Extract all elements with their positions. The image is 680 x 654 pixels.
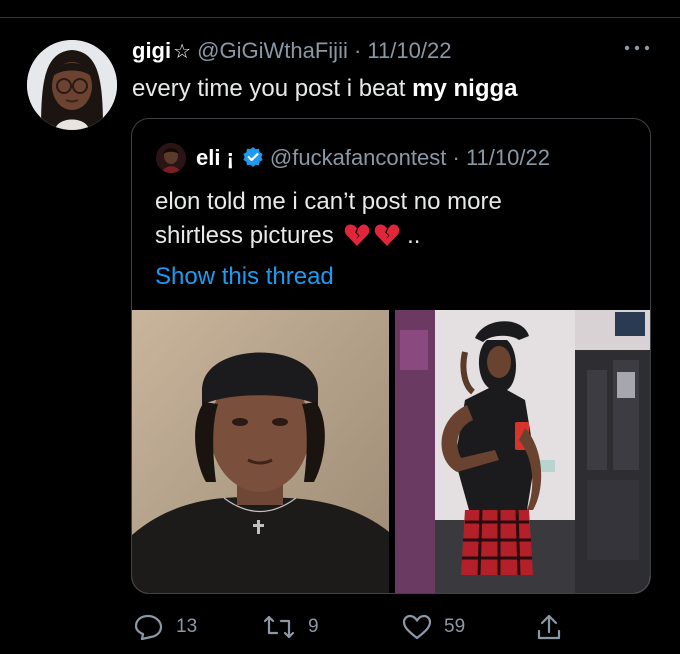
author-avatar[interactable] bbox=[27, 40, 117, 130]
share-icon bbox=[537, 614, 561, 640]
retweet-icon bbox=[263, 615, 295, 639]
tweet-header: gigi ☆ @GiGiWthaFijii · 11/10/22 bbox=[132, 38, 451, 64]
quoted-name-symbol: ¡ bbox=[226, 145, 234, 170]
quoted-text-line2-row: shirtless pictures .. bbox=[155, 219, 625, 257]
tweet-actions-bar: 13 9 59 bbox=[0, 612, 680, 642]
quoted-author-name[interactable]: eli bbox=[196, 145, 220, 170]
quoted-author-avatar[interactable] bbox=[156, 143, 186, 173]
reply-action[interactable]: 13 bbox=[134, 612, 197, 642]
like-count: 59 bbox=[444, 616, 466, 637]
like-action[interactable]: 59 bbox=[402, 612, 465, 642]
tweet-text-bold: my nigga bbox=[412, 75, 518, 102]
reply-count: 13 bbox=[176, 616, 198, 637]
author-name[interactable]: gigi bbox=[132, 38, 171, 63]
quoted-author-handle[interactable]: @fuckafancontest bbox=[270, 145, 446, 170]
quoted-text-line1: elon told me i can’t post no more bbox=[155, 188, 502, 215]
share-action[interactable] bbox=[536, 612, 574, 642]
quoted-media-photo-1[interactable] bbox=[132, 310, 389, 593]
author-handle[interactable]: @GiGiWthaFijii bbox=[197, 38, 348, 63]
reply-icon bbox=[134, 614, 163, 640]
tweet-text: every time you post i beat my nigga bbox=[132, 75, 518, 103]
quoted-tweet-card[interactable]: eli ¡ @fuckafancontest · 11/10/22 elon to… bbox=[131, 118, 651, 594]
top-divider bbox=[0, 17, 680, 18]
quoted-tweet-text: elon told me i can’t post no more shirtl… bbox=[155, 185, 625, 257]
quoted-date-separator: · bbox=[452, 145, 460, 170]
quoted-tweet-header: eli ¡ @fuckafancontest · 11/10/22 bbox=[196, 145, 550, 174]
heart-icon bbox=[402, 614, 432, 640]
quoted-text-trailing: .. bbox=[407, 222, 421, 249]
quoted-media-photo-2[interactable] bbox=[395, 310, 650, 593]
verified-badge-icon bbox=[242, 146, 264, 174]
tweet-date[interactable]: 11/10/22 bbox=[367, 38, 451, 63]
tweet-text-plain: every time you post i beat bbox=[132, 75, 413, 102]
retweet-action[interactable]: 9 bbox=[262, 612, 319, 642]
show-thread-link[interactable]: Show this thread bbox=[155, 263, 334, 291]
quoted-tweet-date[interactable]: 11/10/22 bbox=[466, 145, 550, 170]
retweet-count: 9 bbox=[308, 616, 319, 637]
quoted-text-line2: shirtless pictures bbox=[155, 222, 334, 249]
date-separator: · bbox=[353, 38, 362, 63]
name-symbol: ☆ bbox=[173, 41, 192, 63]
broken-heart-icon bbox=[344, 223, 370, 257]
broken-heart-icon bbox=[374, 223, 400, 257]
more-options-icon[interactable] bbox=[622, 38, 652, 58]
